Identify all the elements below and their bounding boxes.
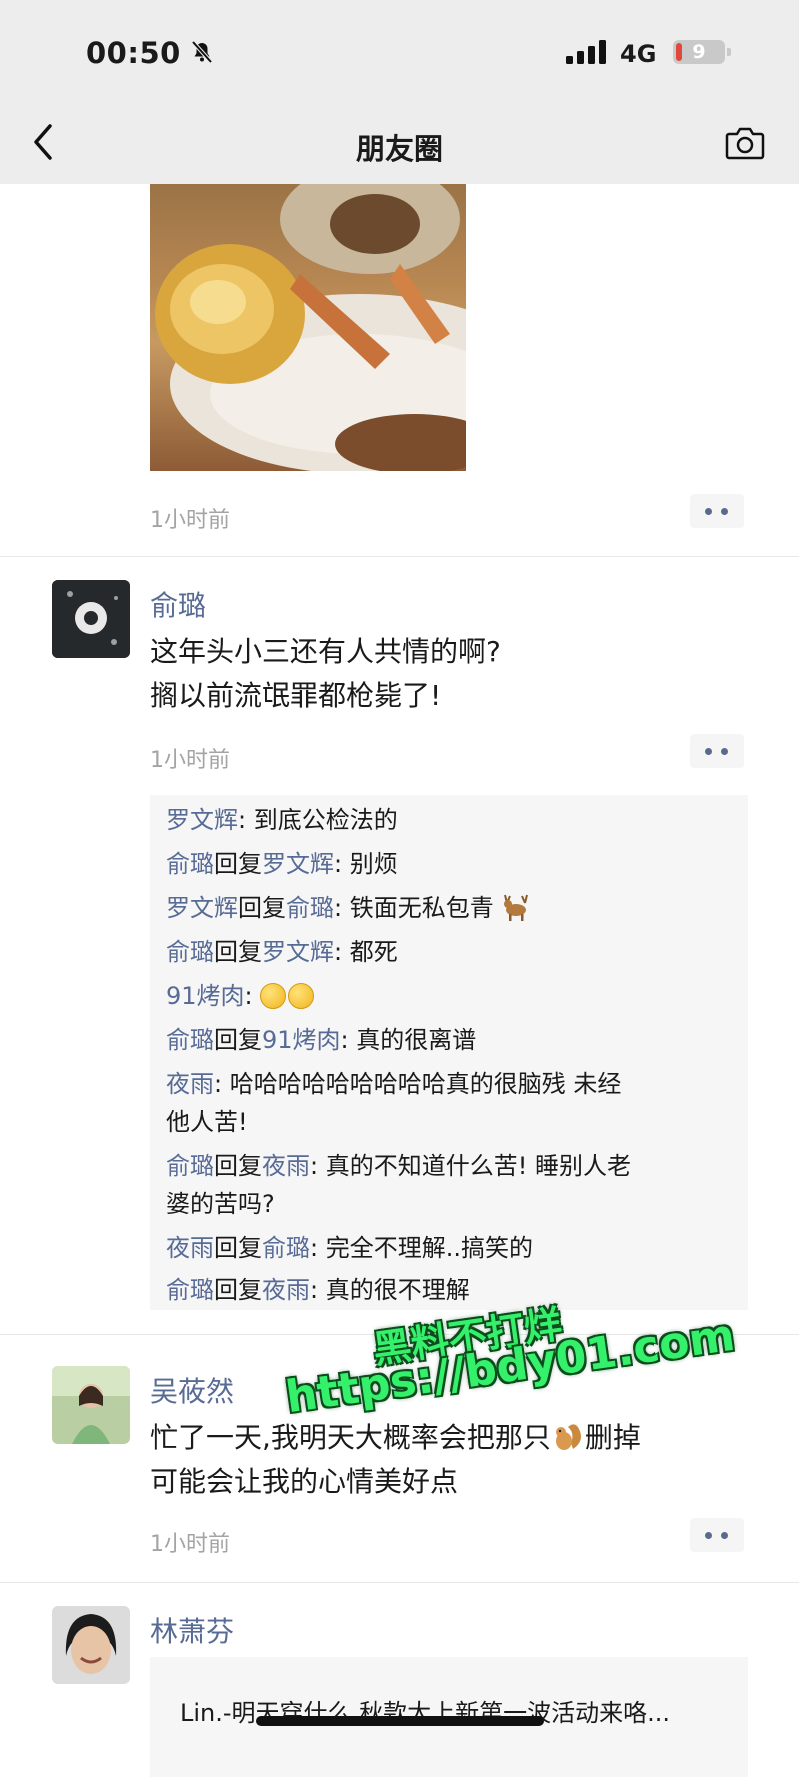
comment-separator: : <box>334 938 350 966</box>
avatar[interactable] <box>52 1366 130 1444</box>
comment-text: 铁面无私包青 <box>349 894 494 922</box>
avatar[interactable] <box>52 580 130 658</box>
post-text-line: 搁以前流氓罪都枪毙了! <box>150 679 442 712</box>
post-text: 这年头小三还有人共情的啊? 搁以前流氓罪都枪毙了! <box>150 630 760 718</box>
reply-word: 回复 <box>214 1276 262 1304</box>
mute-bell-icon <box>191 40 213 64</box>
laughing-crying-emoji <box>288 983 315 1009</box>
comment[interactable]: 91烤肉: <box>166 977 736 1015</box>
comment[interactable]: 俞璐回复罗文辉: 别烦 <box>166 845 736 883</box>
comment-author[interactable]: 俞璐 <box>166 1026 214 1054</box>
more-actions-button[interactable] <box>690 494 744 528</box>
reply-word: 回复 <box>214 1234 262 1262</box>
reply-target[interactable]: 俞璐 <box>262 1234 310 1262</box>
network-type: 4G <box>620 40 657 68</box>
comment-author[interactable]: 俞璐 <box>166 938 214 966</box>
post-text-line: 忙了一天,我明天大概率会把那只 删掉 <box>150 1416 760 1460</box>
comment-text: 真的很不理解 <box>325 1276 470 1304</box>
more-actions-button[interactable] <box>690 734 744 768</box>
reply-target[interactable]: 夜雨 <box>262 1152 310 1180</box>
comment-text: 完全不理解..搞笑的 <box>325 1234 533 1262</box>
signal-icon <box>566 40 606 64</box>
post-text-segment: 删掉 <box>584 1421 641 1454</box>
reply-target[interactable]: 罗文辉 <box>262 938 334 966</box>
more-actions-button[interactable] <box>690 1518 744 1552</box>
comment-author[interactable]: 俞璐 <box>166 850 214 878</box>
comment[interactable]: 俞璐回复91烤肉: 真的很离谱 <box>166 1021 736 1059</box>
comment-text: 真的很离谱 <box>356 1026 477 1054</box>
comment-text: 都死 <box>349 938 398 966</box>
comment[interactable]: 俞璐回复夜雨: 真的很不理解 <box>166 1271 736 1309</box>
post-text-segment: 忙了一天,我明天大概率会把那只 <box>150 1421 551 1454</box>
comment[interactable]: 夜雨回复俞璐: 完全不理解..搞笑的 <box>166 1229 736 1267</box>
comment-text: 到底公检法的 <box>253 806 398 834</box>
comment-text: 别烦 <box>349 850 398 878</box>
comment-separator: : <box>244 982 261 1010</box>
nav-bar: 朋友圈 <box>0 100 799 184</box>
comment-list: 罗文辉: 到底公检法的 俞璐回复罗文辉: 别烦 罗文辉回复俞璐: 铁面无私包青 … <box>150 795 748 1310</box>
avatar[interactable] <box>52 1606 130 1684</box>
post-time: 1小时前 <box>150 508 230 533</box>
status-bar: 00:50 4G 9 <box>0 0 799 100</box>
comment[interactable]: 夜雨: 哈哈哈哈哈哈哈哈哈真的很脑残 未经他人苦! <box>166 1065 736 1141</box>
comment-author[interactable]: 罗文辉 <box>166 806 238 834</box>
comment-separator: : <box>340 1026 357 1054</box>
moments-feed[interactable]: 1小时前 俞璐 这年头小三还有人共情的啊? 搁以前流氓罪都枪毙了! 1小时前 罗… <box>0 184 799 1777</box>
post-divider <box>0 556 799 557</box>
reply-target[interactable]: 罗文辉 <box>262 850 334 878</box>
reply-word: 回复 <box>214 1026 262 1054</box>
battery-level: 9 <box>692 41 706 63</box>
camera-icon[interactable] <box>724 122 766 162</box>
post-photo[interactable] <box>150 184 466 471</box>
post-author[interactable]: 吴莜然 <box>150 1370 234 1410</box>
reply-word: 回复 <box>238 894 286 922</box>
comment-text: 婆的苦吗? <box>166 1190 275 1218</box>
laughing-crying-emoji <box>260 983 287 1009</box>
comment[interactable]: 罗文辉: 到底公检法的 <box>166 801 736 839</box>
reply-word: 回复 <box>214 850 262 878</box>
post-time: 1小时前 <box>150 748 230 773</box>
squirrel-emoji <box>555 1424 581 1450</box>
reply-target[interactable]: 夜雨 <box>262 1276 310 1304</box>
comment-separator: : <box>334 850 350 878</box>
comment-separator: : <box>334 894 350 922</box>
deer-emoji <box>504 894 529 921</box>
comment-author[interactable]: 夜雨 <box>166 1070 214 1098</box>
comment-separator: : <box>310 1152 326 1180</box>
post-author[interactable]: 林萧芬 <box>150 1610 234 1650</box>
comment-author[interactable]: 俞璐 <box>166 1276 214 1304</box>
post-author[interactable]: 俞璐 <box>150 584 206 624</box>
status-time: 00:50 <box>86 36 181 70</box>
comment-author[interactable]: 俞璐 <box>166 1152 214 1180</box>
comment-text: 真的不知道什么苦! 睡别人老 <box>325 1152 631 1180</box>
battery-icon: 9 <box>673 40 733 66</box>
comment[interactable]: 罗文辉回复俞璐: 铁面无私包青 <box>166 889 736 927</box>
post-text: 忙了一天,我明天大概率会把那只 删掉 可能会让我的心情美好点 <box>150 1416 760 1504</box>
comment-separator: : <box>214 1070 230 1098</box>
comment-text: 哈哈哈哈哈哈哈哈哈真的很脑残 未经 <box>229 1070 622 1098</box>
post-text-line: 可能会让我的心情美好点 <box>150 1465 459 1498</box>
home-indicator[interactable] <box>256 1716 544 1726</box>
post-divider <box>0 1582 799 1583</box>
post-time: 1小时前 <box>150 1532 230 1557</box>
comment-text: 他人苦! <box>166 1108 248 1136</box>
reply-word: 回复 <box>214 1152 262 1180</box>
reply-target[interactable]: 俞璐 <box>286 894 334 922</box>
comment-separator: : <box>310 1234 326 1262</box>
page-title: 朋友圈 <box>355 132 443 166</box>
post-text-line: 这年头小三还有人共情的啊? <box>150 635 501 668</box>
comment-author[interactable]: 夜雨 <box>166 1234 214 1262</box>
comment[interactable]: 俞璐回复罗文辉: 都死 <box>166 933 736 971</box>
comment[interactable]: 俞璐回复夜雨: 真的不知道什么苦! 睡别人老婆的苦吗? <box>166 1147 736 1223</box>
comment-author[interactable]: 罗文辉 <box>166 894 238 922</box>
comment-separator: : <box>238 806 254 834</box>
reply-word: 回复 <box>214 938 262 966</box>
comment-separator: : <box>310 1276 326 1304</box>
comment-author[interactable]: 91烤肉 <box>166 982 245 1010</box>
reply-target[interactable]: 91烤肉 <box>262 1026 341 1054</box>
